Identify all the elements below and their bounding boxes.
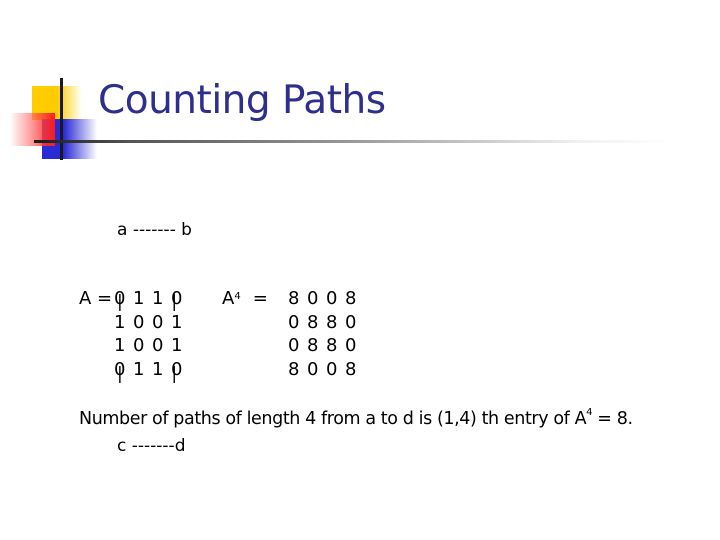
matrix-cell: 8 — [326, 311, 338, 333]
matrix-cell: 0 — [345, 335, 357, 356]
matrix-row: 0 1 1 0 — [79, 358, 190, 382]
exponent: 4 — [234, 291, 241, 302]
matrix-cell: 8 — [307, 311, 319, 333]
matrix-cell: 8 — [326, 335, 338, 356]
matrix-A-power-4: A4 = 8 0 0 8 0 8 8 0 0 8 8 0 8 0 0 8 — [222, 287, 364, 381]
matrix-cell: 0 — [133, 311, 145, 333]
matrix-cell: 1 — [171, 311, 183, 333]
matrix-cell: 0 — [326, 358, 338, 380]
matrix-cell: 0 — [152, 335, 164, 356]
matrix-row: 1 0 0 1 — [79, 334, 190, 358]
matrix-base: A — [222, 288, 235, 309]
matrix-cell: 0 — [114, 288, 126, 309]
matrix-cell: 0 — [307, 288, 319, 309]
matrix-cell: 8 — [288, 288, 300, 309]
matrix-cell: 0 — [114, 358, 126, 380]
exponent: 4 — [586, 407, 593, 418]
matrix-row: A4 = 8 0 0 8 — [222, 287, 364, 311]
title-underline — [34, 140, 674, 143]
matrix-cell: 8 — [307, 335, 319, 356]
matrix-cell: 1 — [171, 335, 183, 356]
matrix-row: 0 8 8 0 — [222, 311, 364, 335]
matrix-cell: 1 — [133, 288, 145, 309]
matrix-cell: 8 — [345, 358, 357, 380]
matrix-label: A = — [79, 288, 118, 309]
matrix-cell: 0 — [345, 311, 357, 333]
matrix-cell: 1 — [152, 358, 164, 380]
matrix-label: A4 = — [222, 287, 288, 311]
matrix-cell: 0 — [171, 288, 183, 309]
matrix-cell: 1 — [114, 335, 126, 356]
matrix-cell: 0 — [133, 335, 145, 356]
slide-title: Counting Paths — [98, 78, 386, 123]
conclusion-main: Number of paths of length 4 from a to d … — [79, 409, 587, 429]
matrix-cell: 0 — [288, 335, 300, 356]
matrix-row: 8 0 0 8 — [222, 358, 364, 382]
matrix-cell: 0 — [152, 311, 164, 333]
adjacency-matrix-A: A = 0 1 1 0 1 0 0 1 1 0 0 1 0 1 1 0 — [79, 287, 190, 381]
matrix-cell: 0 — [171, 358, 183, 380]
graph-line: a ------- b — [117, 220, 192, 240]
graph-line: c -------d — [117, 436, 186, 456]
matrix-cell: 1 — [152, 288, 164, 309]
equals-sign: = — [252, 288, 268, 309]
matrix-cell: 0 — [326, 288, 338, 309]
matrix-cell: 8 — [288, 358, 300, 380]
matrix-cell: 8 — [345, 288, 357, 309]
matrix-row: A = 0 1 1 0 — [79, 287, 190, 311]
decorative-vertical-line — [60, 78, 63, 160]
matrix-cell: 1 — [133, 358, 145, 380]
conclusion-result: = 8. — [592, 409, 633, 429]
matrix-cell: 0 — [307, 358, 319, 380]
matrix-cell: 1 — [114, 311, 126, 333]
matrix-row: 1 0 0 1 — [79, 311, 190, 335]
conclusion-text: Number of paths of length 4 from a to d … — [79, 407, 633, 429]
matrix-cell: 0 — [288, 311, 300, 333]
matrix-row: 0 8 8 0 — [222, 334, 364, 358]
